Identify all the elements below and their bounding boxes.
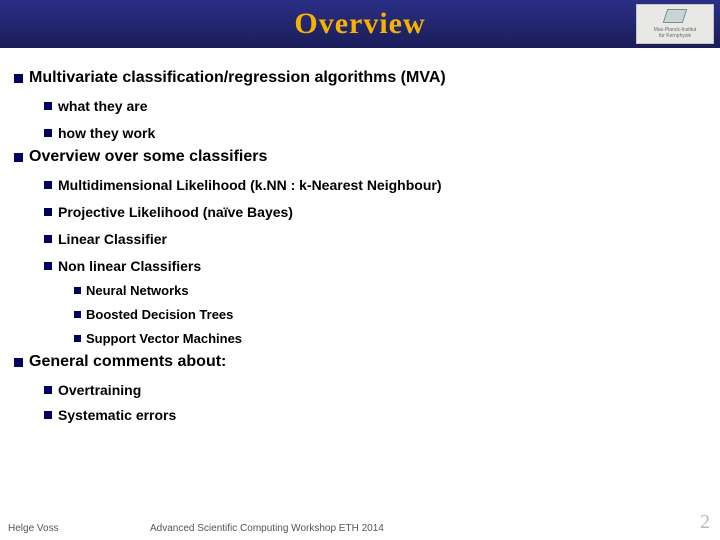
bullet-text: Overview over some classifiers <box>29 148 267 166</box>
bullet-text: Projective Likelihood (naïve Bayes) <box>58 204 293 220</box>
bullet-overview-classifiers: Overview over some classifiers <box>14 148 706 166</box>
square-bullet-icon <box>44 235 52 243</box>
square-bullet-icon <box>44 181 52 189</box>
slide-title: Overview <box>294 7 425 41</box>
bullet-text: Support Vector Machines <box>86 331 242 346</box>
square-bullet-icon <box>14 153 23 162</box>
bullet-text: Multidimensional Likelihood (k.NN : k-Ne… <box>58 177 441 193</box>
bullet-text: what they are <box>58 98 147 114</box>
square-bullet-icon <box>74 335 81 342</box>
square-bullet-icon <box>74 287 81 294</box>
bullet-projective: Projective Likelihood (naïve Bayes) <box>44 204 706 220</box>
square-bullet-icon <box>44 262 52 270</box>
square-bullet-icon <box>44 208 52 216</box>
square-bullet-icon <box>14 358 23 367</box>
bullet-linear: Linear Classifier <box>44 231 706 247</box>
square-bullet-icon <box>44 411 52 419</box>
bullet-text: how they work <box>58 125 155 141</box>
bullet-how: how they work <box>44 125 706 141</box>
footer-event: Advanced Scientific Computing Workshop E… <box>150 523 384 534</box>
bullet-nn: Neural Networks <box>74 283 706 298</box>
square-bullet-icon <box>14 74 23 83</box>
bullet-text: Overtraining <box>58 382 141 398</box>
logo-icon <box>663 9 688 23</box>
institute-logo: Max-Planck-Institut für Kernphysik <box>636 4 714 44</box>
bullet-general: General comments about: <box>14 353 706 371</box>
bullet-bdt: Boosted Decision Trees <box>74 307 706 322</box>
bullet-text: Neural Networks <box>86 283 189 298</box>
bullet-overtraining: Overtraining <box>44 382 706 398</box>
page-number: 2 <box>700 511 710 534</box>
bullet-text: General comments about: <box>29 353 226 371</box>
bullet-nonlinear: Non linear Classifiers <box>44 258 706 274</box>
square-bullet-icon <box>44 129 52 137</box>
logo-text-line2: für Kernphysik <box>659 33 691 39</box>
bullet-mlh: Multidimensional Likelihood (k.NN : k-Ne… <box>44 177 706 193</box>
bullet-systematic-errors: Systematic errors <box>44 407 706 423</box>
bullet-text: Linear Classifier <box>58 231 167 247</box>
bullet-svm: Support Vector Machines <box>74 331 706 346</box>
square-bullet-icon <box>44 386 52 394</box>
bullet-what: what they are <box>44 98 706 114</box>
bullet-text: Boosted Decision Trees <box>86 307 233 322</box>
title-bar: Overview Max-Planck-Institut für Kernphy… <box>0 0 720 48</box>
bullet-text: Non linear Classifiers <box>58 258 201 274</box>
bullet-mva: Multivariate classification/regression a… <box>14 69 706 87</box>
footer-author: Helge Voss <box>8 523 59 534</box>
square-bullet-icon <box>44 102 52 110</box>
square-bullet-icon <box>74 311 81 318</box>
bullet-text: Multivariate classification/regression a… <box>29 69 446 87</box>
slide-content: Multivariate classification/regression a… <box>0 48 720 423</box>
bullet-text: Systematic errors <box>58 407 176 423</box>
